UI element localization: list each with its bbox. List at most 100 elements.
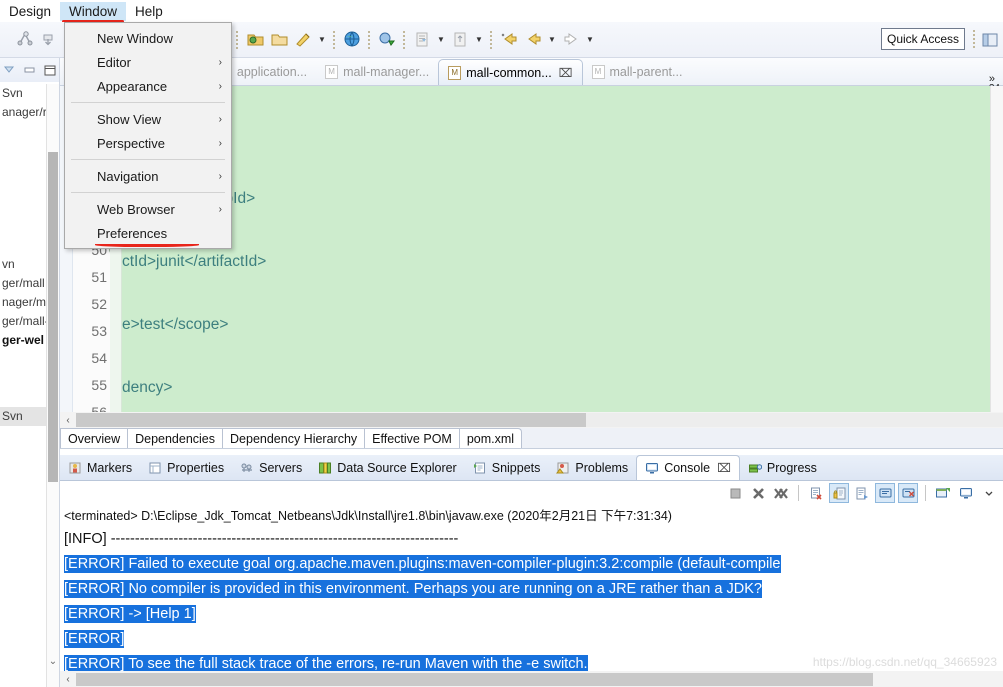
line-number: 53 bbox=[91, 323, 107, 339]
editor-vertical-scrollbar[interactable] bbox=[990, 86, 1003, 418]
menu-help[interactable]: Help bbox=[126, 2, 172, 21]
menu-item-new-window[interactable]: New Window bbox=[65, 26, 231, 50]
view-tab-snippets[interactable]: Snippets bbox=[465, 455, 549, 480]
code-line-partial: old>junit</groupId> bbox=[122, 185, 990, 212]
back-dropdown-arrow[interactable]: ▼ bbox=[546, 29, 558, 51]
view-tab-properties[interactable]: Properties bbox=[140, 455, 232, 480]
chevron-right-icon: › bbox=[218, 56, 222, 68]
line-number: 51 bbox=[91, 269, 107, 285]
menu-separator bbox=[71, 192, 225, 193]
pom-tab-dependencies[interactable]: Dependencies bbox=[128, 428, 224, 448]
code-line-partial: dency> bbox=[122, 379, 173, 396]
show-console-on-error-icon[interactable] bbox=[898, 483, 918, 503]
close-icon[interactable]: ⌧ bbox=[559, 66, 573, 80]
problems-icon bbox=[556, 461, 570, 475]
editor-code-area[interactable]: ency> old>junit</groupId> ctId>junit</ar… bbox=[122, 86, 990, 418]
console-horizontal-scrollbar[interactable]: ‹ bbox=[60, 671, 1003, 687]
back-icon[interactable] bbox=[522, 29, 544, 51]
pom-tabs-filler bbox=[522, 428, 1003, 448]
last-edit-location-icon[interactable] bbox=[498, 29, 520, 51]
pom-editor-page-tabs: Overview Dependencies Dependency Hierarc… bbox=[60, 428, 1003, 449]
view-tab-progress[interactable]: Progress bbox=[740, 455, 825, 480]
view-tab-problems[interactable]: Problems bbox=[548, 455, 636, 480]
editor-tab-overflow-button[interactable]: » 24 bbox=[989, 73, 1003, 94]
word-wrap-icon[interactable] bbox=[852, 483, 872, 503]
open-folder-icon[interactable] bbox=[244, 29, 266, 51]
maven-pom-icon: M bbox=[591, 65, 605, 79]
view-tab-label: Console bbox=[664, 461, 711, 475]
view-tab-data-source-explorer[interactable]: Data Source Explorer bbox=[310, 455, 465, 480]
forward-icon[interactable] bbox=[560, 29, 582, 51]
remove-all-terminated-icon[interactable] bbox=[771, 483, 791, 503]
terminate-icon[interactable] bbox=[725, 483, 745, 503]
link-with-editor-icon[interactable] bbox=[23, 64, 36, 77]
scrollbar-thumb[interactable] bbox=[48, 152, 58, 482]
clear-console-icon[interactable] bbox=[806, 483, 826, 503]
new-wizard-icon[interactable] bbox=[14, 29, 36, 51]
menu-bar: Design Window Help bbox=[0, 0, 1003, 23]
line-number: 52 bbox=[91, 296, 107, 312]
show-console-on-output-icon[interactable] bbox=[875, 483, 895, 503]
view-tab-label: Properties bbox=[167, 460, 225, 475]
menu-item-perspective[interactable]: Perspective › bbox=[65, 131, 231, 155]
scroll-left-arrow[interactable]: ‹ bbox=[60, 674, 76, 685]
next-annotation-dropdown-arrow[interactable]: ▼ bbox=[435, 29, 447, 51]
editor-tab-mall-manager[interactable]: M mall-manager... bbox=[316, 59, 438, 85]
editor-horizontal-scrollbar[interactable]: ‹ bbox=[60, 412, 1003, 428]
menu-design[interactable]: Design bbox=[0, 2, 60, 21]
menu-item-label: Perspective bbox=[97, 135, 165, 151]
scrollbar-thumb[interactable] bbox=[76, 413, 586, 427]
pom-tab-dependency-hierarchy[interactable]: Dependency Hierarchy bbox=[223, 428, 366, 448]
scroll-down-arrow[interactable]: ⌄ bbox=[47, 656, 59, 667]
menu-item-show-view[interactable]: Show View › bbox=[65, 107, 231, 131]
menu-item-navigation[interactable]: Navigation › bbox=[65, 164, 231, 188]
editor-tab-label: mall-parent... bbox=[609, 65, 683, 79]
view-tab-servers[interactable]: Servers bbox=[232, 455, 310, 480]
maven-pom-icon: M bbox=[325, 65, 339, 79]
remove-launch-icon[interactable] bbox=[748, 483, 768, 503]
previous-annotation-icon[interactable] bbox=[449, 29, 471, 51]
package-explorer-vertical-scrollbar[interactable]: ⌄ bbox=[46, 84, 59, 687]
scroll-lock-icon[interactable] bbox=[829, 483, 849, 503]
open-resource-icon[interactable] bbox=[268, 29, 290, 51]
pin-console-icon[interactable] bbox=[933, 483, 953, 503]
view-menu-icon[interactable] bbox=[43, 64, 56, 77]
line-number: 54 bbox=[91, 350, 107, 366]
open-perspective-icon[interactable] bbox=[979, 29, 1001, 51]
editor-tab-mall-parent[interactable]: M mall-parent... bbox=[583, 59, 692, 85]
menu-item-editor[interactable]: Editor › bbox=[65, 50, 231, 74]
collapse-all-icon[interactable] bbox=[3, 64, 16, 77]
pom-tab-pom-xml[interactable]: pom.xml bbox=[459, 428, 523, 448]
package-explorer-panel[interactable]: Svn anager/r vn ger/mall nager/m ger/mal… bbox=[0, 58, 60, 687]
view-tab-console[interactable]: Console ⌧ bbox=[636, 455, 740, 480]
properties-icon bbox=[148, 461, 162, 475]
scrollbar-track[interactable] bbox=[76, 413, 1003, 427]
save-icon[interactable] bbox=[38, 29, 60, 51]
menu-item-preferences[interactable]: Preferences bbox=[65, 221, 231, 247]
view-tab-markers[interactable]: Markers bbox=[60, 455, 140, 480]
pom-tab-effective-pom[interactable]: Effective POM bbox=[365, 428, 460, 448]
menu-window[interactable]: Window bbox=[60, 1, 127, 23]
menu-item-web-browser[interactable]: Web Browser › bbox=[65, 197, 231, 221]
next-annotation-icon[interactable] bbox=[411, 29, 433, 51]
menu-item-appearance[interactable]: Appearance › bbox=[65, 74, 231, 98]
scroll-left-arrow[interactable]: ‹ bbox=[60, 415, 76, 426]
search-dropdown-arrow[interactable]: ▼ bbox=[316, 29, 328, 51]
search-icon[interactable] bbox=[292, 29, 314, 51]
display-selected-console-icon[interactable] bbox=[956, 483, 976, 503]
web-browser-icon[interactable] bbox=[341, 29, 363, 51]
forward-dropdown-arrow[interactable]: ▼ bbox=[584, 29, 596, 51]
open-console-menu-icon[interactable] bbox=[979, 483, 999, 503]
window-dropdown-menu[interactable]: New Window Editor › Appearance › Show Vi… bbox=[64, 22, 232, 249]
editor-tab-mall-common[interactable]: M mall-common... ⌧ bbox=[438, 59, 583, 85]
view-tab-label: Markers bbox=[87, 460, 133, 475]
console-output[interactable]: <terminated> D:\Eclipse_Jdk_Tomcat_Netbe… bbox=[60, 505, 1003, 671]
previous-annotation-dropdown-arrow[interactable]: ▼ bbox=[473, 29, 485, 51]
pom-tab-overview[interactable]: Overview bbox=[60, 428, 129, 448]
menu-item-label: Show View bbox=[97, 111, 162, 127]
close-icon[interactable]: ⌧ bbox=[717, 461, 731, 475]
quick-access-input[interactable]: Quick Access bbox=[881, 28, 965, 50]
debug-perspective-icon[interactable] bbox=[376, 29, 398, 51]
scrollbar-thumb[interactable] bbox=[76, 672, 873, 686]
view-tab-label: Servers bbox=[259, 460, 303, 475]
